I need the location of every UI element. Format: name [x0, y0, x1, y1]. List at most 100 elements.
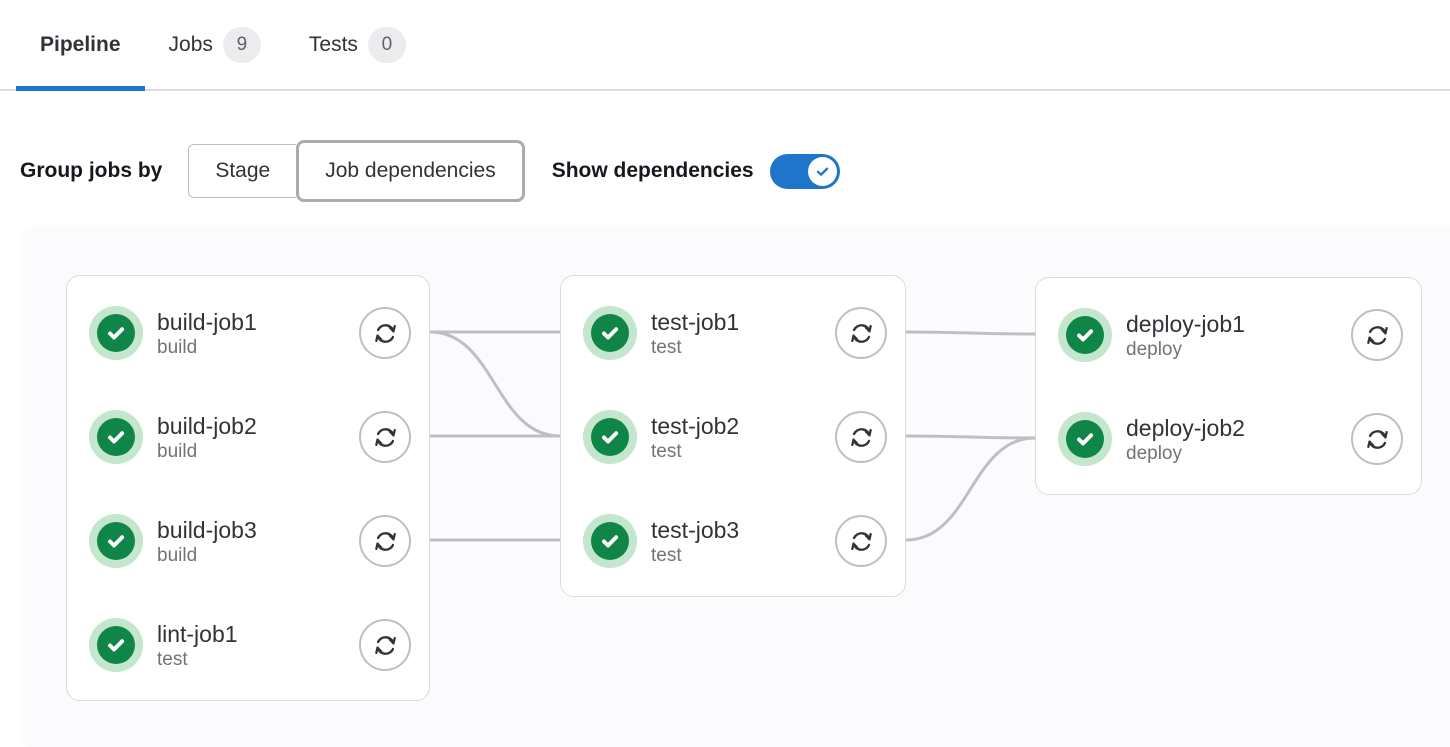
job-stage-label: build [157, 440, 257, 463]
dependency-line [430, 332, 560, 436]
job-name-link[interactable]: test-job1 [651, 308, 739, 336]
active-tab-indicator [16, 86, 145, 91]
group-by-job-dependencies-button[interactable]: Job dependencies [296, 140, 524, 202]
job-info: lint-job1test [157, 620, 238, 671]
job-stage-label: deploy [1126, 338, 1245, 361]
job-row: test-job3test [583, 513, 887, 569]
job-info: deploy-job2deploy [1126, 414, 1245, 465]
retry-icon [848, 424, 875, 451]
job-stage-label: test [651, 336, 739, 359]
job-name-link[interactable]: build-job3 [157, 516, 257, 544]
tab-jobs[interactable]: Jobs 9 [145, 0, 285, 89]
job-info: build-job1build [157, 308, 257, 359]
check-icon [104, 633, 128, 657]
job-stage-label: test [157, 648, 238, 671]
check-icon [598, 425, 622, 449]
status-success-icon [583, 306, 637, 360]
status-success-icon [583, 410, 637, 464]
retry-job-button[interactable] [359, 411, 411, 463]
job-name-link[interactable]: build-job1 [157, 308, 257, 336]
job-name-link[interactable]: deploy-job1 [1126, 310, 1245, 338]
tab-tests[interactable]: Tests 0 [285, 0, 430, 89]
toggle-knob [808, 157, 837, 186]
job-info: test-job3test [651, 516, 739, 567]
group-jobs-by-label: Group jobs by [20, 159, 162, 183]
check-icon [104, 425, 128, 449]
jobs-count-badge: 9 [223, 27, 261, 63]
graph-controls: Group jobs by Stage Job dependencies Sho… [20, 140, 1450, 202]
job-info: test-job1test [651, 308, 739, 359]
dependency-line [906, 436, 1035, 438]
status-success-icon [89, 514, 143, 568]
status-success-icon [1058, 412, 1112, 466]
tab-tests-label: Tests [309, 33, 358, 57]
job-row: deploy-job1deploy [1058, 307, 1403, 363]
job-name-link[interactable]: lint-job1 [157, 620, 238, 648]
show-dependencies-label: Show dependencies [552, 159, 754, 183]
check-icon [1073, 427, 1097, 451]
check-icon [598, 321, 622, 345]
retry-job-button[interactable] [359, 515, 411, 567]
retry-job-button[interactable] [835, 515, 887, 567]
retry-icon [372, 424, 399, 451]
status-success-icon [89, 410, 143, 464]
job-name-link[interactable]: deploy-job2 [1126, 414, 1245, 442]
retry-icon [848, 320, 875, 347]
status-success-icon [89, 306, 143, 360]
pipeline-tab-bar: Pipeline Jobs 9 Tests 0 [0, 0, 1450, 91]
job-row: test-job1test [583, 305, 887, 361]
dependency-line [906, 438, 1035, 540]
job-group-card: test-job1testtest-job2testtest-job3test [560, 275, 906, 597]
group-by-stage-button[interactable]: Stage [188, 144, 296, 198]
check-icon [104, 529, 128, 553]
job-info: build-job2build [157, 412, 257, 463]
job-name-link[interactable]: test-job2 [651, 412, 739, 440]
job-row: lint-job1test [89, 617, 411, 673]
job-stage-label: deploy [1126, 442, 1245, 465]
status-success-inner-circle [591, 522, 629, 560]
retry-icon [372, 632, 399, 659]
retry-job-button[interactable] [1351, 413, 1403, 465]
retry-icon [1364, 322, 1391, 349]
status-success-icon [583, 514, 637, 568]
tab-pipeline[interactable]: Pipeline [16, 0, 145, 89]
job-info: deploy-job1deploy [1126, 310, 1245, 361]
job-group-card: deploy-job1deploydeploy-job2deploy [1035, 277, 1422, 495]
job-stage-label: test [651, 544, 739, 567]
job-name-link[interactable]: build-job2 [157, 412, 257, 440]
job-row: test-job2test [583, 409, 887, 465]
retry-job-button[interactable] [359, 619, 411, 671]
status-success-icon [89, 618, 143, 672]
check-icon [104, 321, 128, 345]
retry-job-button[interactable] [1351, 309, 1403, 361]
retry-icon [372, 528, 399, 555]
job-row: build-job2build [89, 409, 411, 465]
dependency-line [906, 332, 1035, 334]
tab-pipeline-label: Pipeline [40, 33, 121, 57]
status-success-inner-circle [591, 418, 629, 456]
tests-count-badge: 0 [368, 27, 406, 63]
job-stage-label: build [157, 544, 257, 567]
retry-icon [848, 528, 875, 555]
check-icon [1073, 323, 1097, 347]
job-row: build-job3build [89, 513, 411, 569]
retry-icon [372, 320, 399, 347]
retry-job-button[interactable] [835, 411, 887, 463]
status-success-inner-circle [97, 314, 135, 352]
status-success-inner-circle [97, 626, 135, 664]
job-stage-label: build [157, 336, 257, 359]
retry-job-button[interactable] [835, 307, 887, 359]
show-dependencies-toggle[interactable] [770, 154, 840, 189]
job-row: deploy-job2deploy [1058, 411, 1403, 467]
status-success-inner-circle [1066, 316, 1104, 354]
job-name-link[interactable]: test-job3 [651, 516, 739, 544]
status-success-icon [1058, 308, 1112, 362]
job-info: build-job3build [157, 516, 257, 567]
retry-job-button[interactable] [359, 307, 411, 359]
job-info: test-job2test [651, 412, 739, 463]
check-icon [598, 529, 622, 553]
status-success-inner-circle [1066, 420, 1104, 458]
pipeline-graph: build-job1buildbuild-job2buildbuild-job3… [20, 227, 1450, 747]
status-success-inner-circle [97, 418, 135, 456]
group-jobs-by-segmented-control: Stage Job dependencies [188, 140, 524, 202]
